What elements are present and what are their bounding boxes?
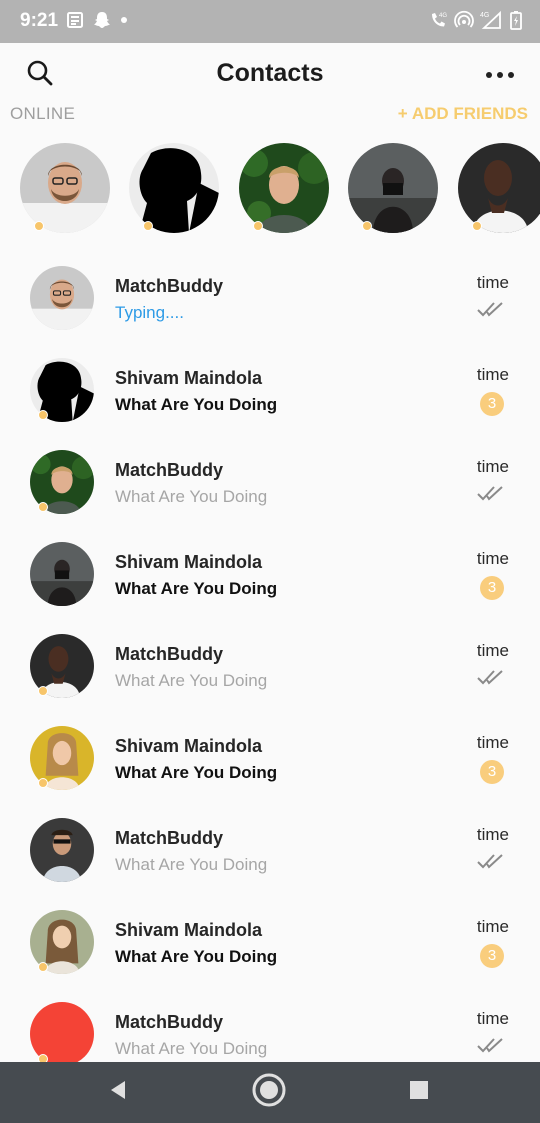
avatar [30,910,94,974]
app-header: Contacts [0,43,540,105]
chat-list-item[interactable]: MatchBuddy Typing.... time [0,252,540,344]
unread-count-badge: 3 [480,760,504,784]
contact-name: Shivam Maindola [115,552,263,572]
online-status-dot [472,221,482,231]
page-title: Contacts [216,59,324,87]
status-bar: 9:21 4G 4G [0,0,540,43]
online-user-avatar[interactable] [239,143,329,233]
back-icon [108,1079,128,1106]
avatar [30,266,94,330]
double-check-icon [476,1036,506,1054]
contact-name: Shivam Maindola [115,736,263,756]
chat-list[interactable]: MatchBuddy Typing.... time Shivam Maindo… [0,252,540,1062]
message-time: time [476,641,509,660]
online-user-avatar[interactable] [129,143,219,233]
signal-4g-icon: 4G [480,10,504,30]
contact-name: Shivam Maindola [115,368,263,388]
more-horizontal-icon [486,72,514,78]
double-check-icon [476,484,506,502]
contact-name: MatchBuddy [115,276,223,296]
unread-count-badge: 3 [480,392,504,416]
contact-name: MatchBuddy [115,644,223,664]
online-status-dot [253,221,263,231]
online-status-dot [143,221,153,231]
contact-name: MatchBuddy [115,828,223,848]
avatar [30,634,94,698]
home-icon [251,1072,287,1113]
message-time: time [476,1009,509,1028]
online-status-dot [362,221,372,231]
online-user-avatar[interactable] [20,143,110,233]
system-nav-bar [0,1062,540,1123]
home-button[interactable] [251,1072,287,1113]
contact-name: MatchBuddy [115,460,223,480]
message-preview: What Are You Doing [115,671,268,690]
contact-name: MatchBuddy [115,1012,223,1032]
message-time: time [476,733,509,752]
svg-text:4G: 4G [439,13,447,19]
chat-list-item[interactable]: Shivam Maindola What Are You Doing time … [0,344,540,436]
message-time: time [476,365,509,384]
status-time: 9:21 [20,10,59,31]
online-users-strip[interactable] [0,140,540,236]
avatar [30,1002,94,1062]
double-check-icon [476,300,506,318]
online-status-dot [38,962,48,972]
message-preview: What Are You Doing [115,1039,268,1058]
message-preview: What Are You Doing [115,395,278,414]
chat-list-item[interactable]: Shivam Maindola What Are You Doing time … [0,528,540,620]
avatar [30,818,94,882]
dot-icon [120,16,128,24]
double-check-icon [476,668,506,686]
avatar [30,542,94,606]
message-preview: What Are You Doing [115,763,278,782]
avatar [30,358,94,422]
chat-list-item[interactable]: MatchBuddy What Are You Doing time [0,804,540,896]
unread-count-badge: 3 [480,944,504,968]
message-time: time [476,549,509,568]
message-preview: What Are You Doing [115,487,268,506]
avatar [30,726,94,790]
online-user-avatar[interactable] [348,143,438,233]
online-status-dot [38,686,48,696]
message-preview: What Are You Doing [115,855,268,874]
chat-list-item[interactable]: MatchBuddy What Are You Doing time [0,620,540,712]
double-check-icon [476,852,506,870]
back-button[interactable] [100,1074,136,1110]
online-status-dot [38,778,48,788]
recents-button[interactable] [401,1074,437,1110]
more-options-button[interactable] [482,57,518,93]
message-time: time [476,457,509,476]
message-preview: What Are You Doing [115,579,278,598]
online-status-dot [38,502,48,512]
online-status-dot [38,410,48,420]
volte-call-icon: 4G [428,10,448,30]
chat-list-item[interactable]: MatchBuddy What Are You Doing time [0,988,540,1062]
online-user-avatar[interactable] [458,143,540,233]
hotspot-icon [454,10,474,30]
chat-list-item[interactable]: MatchBuddy What Are You Doing time [0,436,540,528]
online-status-dot [34,221,44,231]
recents-icon [409,1080,429,1105]
add-friends-button[interactable]: + ADD FRIENDS [398,104,528,124]
snapchat-icon [92,10,112,30]
battery-icon [510,10,522,30]
online-status-dot [38,1054,48,1062]
svg-text:4G: 4G [480,12,489,19]
unread-count-badge: 3 [480,576,504,600]
message-preview: Typing.... [115,303,184,322]
online-section-label: ONLINE [10,104,76,123]
message-time: time [476,825,509,844]
news-icon [66,11,84,29]
contact-name: Shivam Maindola [115,920,263,940]
chat-list-item[interactable]: Shivam Maindola What Are You Doing time … [0,896,540,988]
chat-list-item[interactable]: Shivam Maindola What Are You Doing time … [0,712,540,804]
message-time: time [476,917,509,936]
avatar [30,450,94,514]
message-time: time [476,273,509,292]
message-preview: What Are You Doing [115,947,278,966]
